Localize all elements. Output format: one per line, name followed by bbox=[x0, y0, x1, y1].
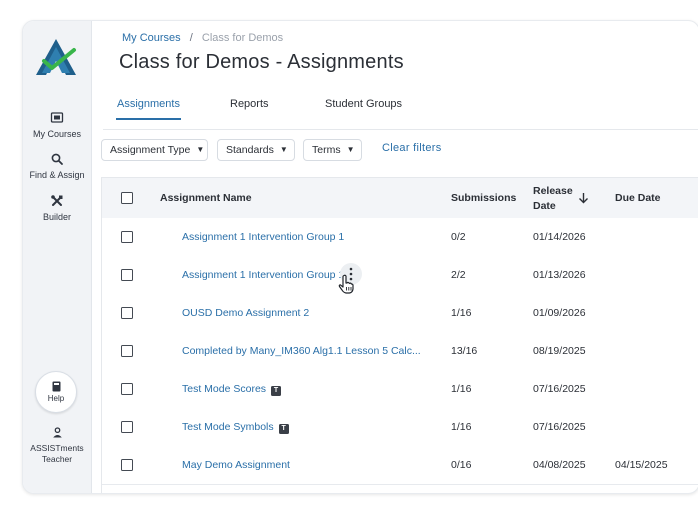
sidebar: My Courses Find & Assign Builder Help AS… bbox=[23, 21, 92, 493]
sidebar-item-builder[interactable]: Builder bbox=[23, 194, 91, 222]
user-name: ASSISTments bbox=[30, 443, 84, 453]
release-date-value: 08/19/2025 bbox=[533, 345, 586, 357]
sidebar-item-label: My Courses bbox=[32, 129, 81, 139]
caret-down-icon: ▼ bbox=[346, 145, 355, 154]
breadcrumb: My Courses / Class for Demos bbox=[122, 32, 283, 44]
assignment-name-link[interactable]: Test Mode Scores T bbox=[182, 383, 282, 396]
submissions-value: 1/16 bbox=[451, 383, 472, 395]
submissions-value: 0/16 bbox=[451, 459, 472, 471]
table-row[interactable]: OUSD Demo Assignment 2 1/16 01/09/2026 bbox=[102, 294, 698, 333]
filter-terms[interactable]: Terms ▼ bbox=[303, 139, 362, 161]
filter-label: Terms bbox=[312, 144, 341, 156]
assistments-logo[interactable] bbox=[34, 37, 78, 77]
app-window: My Courses Find & Assign Builder Help AS… bbox=[22, 20, 698, 494]
tools-icon bbox=[51, 195, 63, 206]
user-icon bbox=[52, 427, 62, 438]
row-checkbox[interactable] bbox=[121, 307, 133, 319]
header-submissions[interactable]: Submissions bbox=[451, 192, 516, 204]
row-checkbox[interactable] bbox=[121, 421, 133, 433]
header-release-date[interactable]: Release Date bbox=[533, 184, 573, 214]
course-icon bbox=[50, 112, 64, 123]
submissions-value: 2/2 bbox=[451, 269, 466, 281]
assignment-name-link[interactable]: Test Mode Symbols T bbox=[182, 421, 289, 434]
sidebar-item-my-courses[interactable]: My Courses bbox=[23, 111, 91, 139]
release-date-value: 01/13/2026 bbox=[533, 269, 586, 281]
submissions-value: 13/16 bbox=[451, 345, 478, 357]
hand-pointer-cursor-icon bbox=[338, 274, 354, 294]
release-date-value: 01/14/2026 bbox=[533, 231, 586, 243]
sidebar-item-label: Find & Assign bbox=[29, 170, 85, 180]
submissions-value: 0/2 bbox=[451, 231, 466, 243]
table-row[interactable]: Assignment 1 Intervention Group 1 2/2 01… bbox=[102, 256, 698, 295]
release-date-value: 04/08/2025 bbox=[533, 459, 586, 471]
test-mode-badge: T bbox=[271, 386, 282, 396]
due-date-value: 04/15/2025 bbox=[615, 459, 668, 471]
header-due-date[interactable]: Due Date bbox=[615, 192, 661, 204]
table-row[interactable]: Assignment 1 Intervention Group 1 0/2 01… bbox=[102, 218, 698, 257]
row-checkbox[interactable] bbox=[121, 383, 133, 395]
main-content: My Courses / Class for Demos Class for D… bbox=[91, 21, 698, 493]
assignment-name-link[interactable]: Assignment 1 Intervention Group 1 bbox=[182, 269, 344, 281]
header-release-line1: Release bbox=[533, 185, 573, 197]
tab-assignments[interactable]: Assignments bbox=[116, 98, 181, 120]
caret-down-icon: ▼ bbox=[279, 145, 288, 154]
row-checkbox[interactable] bbox=[121, 345, 133, 357]
user-role: Teacher bbox=[41, 454, 73, 464]
table-row[interactable]: Test Mode Scores T 1/16 07/16/2025 bbox=[102, 370, 698, 409]
assignment-name-text: Test Mode Scores bbox=[182, 383, 267, 395]
table-row[interactable]: May Demo Assignment 0/16 04/08/2025 04/1… bbox=[102, 446, 698, 485]
assignments-table: Assignment Name Submissions Release Date… bbox=[101, 177, 698, 493]
header-release-line2: Date bbox=[533, 200, 556, 212]
table-row[interactable]: Test Mode Symbols T 1/16 07/16/2025 bbox=[102, 408, 698, 447]
book-icon bbox=[52, 381, 60, 392]
release-date-value: 07/16/2025 bbox=[533, 383, 586, 395]
user-menu[interactable]: ASSISTments Teacher bbox=[23, 427, 91, 465]
breadcrumb-link-my-courses[interactable]: My Courses bbox=[122, 32, 181, 44]
sidebar-item-find-assign[interactable]: Find & Assign bbox=[23, 152, 91, 180]
help-button[interactable]: Help bbox=[35, 371, 77, 413]
page-title: Class for Demos - Assignments bbox=[119, 51, 404, 73]
search-icon bbox=[51, 153, 63, 165]
row-checkbox[interactable] bbox=[121, 231, 133, 243]
row-checkbox[interactable] bbox=[121, 269, 133, 281]
tab-reports[interactable]: Reports bbox=[230, 98, 269, 110]
assignment-name-link[interactable]: Completed by Many_IM360 Alg1.1 Lesson 5 … bbox=[182, 345, 421, 357]
table-header: Assignment Name Submissions Release Date… bbox=[102, 178, 698, 219]
filter-label: Assignment Type bbox=[110, 144, 191, 156]
test-mode-badge: T bbox=[278, 424, 289, 434]
header-assignment-name[interactable]: Assignment Name bbox=[160, 192, 252, 204]
help-label: Help bbox=[47, 394, 65, 403]
clear-filters-link[interactable]: Clear filters bbox=[382, 142, 442, 154]
breadcrumb-current: Class for Demos bbox=[201, 32, 284, 44]
filter-standards[interactable]: Standards ▼ bbox=[217, 139, 295, 161]
table-row[interactable]: Completed by Many_IM360 Alg1.1 Lesson 5 … bbox=[102, 332, 698, 371]
assignment-name-text: Test Mode Symbols bbox=[182, 421, 274, 433]
row-checkbox[interactable] bbox=[121, 459, 133, 471]
release-date-value: 07/16/2025 bbox=[533, 421, 586, 433]
tab-student-groups[interactable]: Student Groups bbox=[325, 98, 402, 110]
submissions-value: 1/16 bbox=[451, 421, 472, 433]
release-date-value: 01/09/2026 bbox=[533, 307, 586, 319]
assignment-name-link[interactable]: Assignment 1 Intervention Group 1 bbox=[182, 231, 344, 243]
submissions-value: 1/16 bbox=[451, 307, 472, 319]
filter-assignment-type[interactable]: Assignment Type ▼ bbox=[101, 139, 208, 161]
filter-label: Standards bbox=[226, 144, 274, 156]
assignment-name-link[interactable]: OUSD Demo Assignment 2 bbox=[182, 307, 309, 319]
select-all-checkbox[interactable] bbox=[121, 192, 133, 204]
sort-arrow-down-icon[interactable] bbox=[578, 192, 589, 204]
sidebar-item-label: Builder bbox=[42, 212, 71, 222]
breadcrumb-separator: / bbox=[189, 32, 193, 44]
tabs-divider bbox=[103, 129, 698, 130]
assignment-name-link[interactable]: May Demo Assignment bbox=[182, 459, 290, 471]
caret-down-icon: ▼ bbox=[196, 145, 205, 154]
